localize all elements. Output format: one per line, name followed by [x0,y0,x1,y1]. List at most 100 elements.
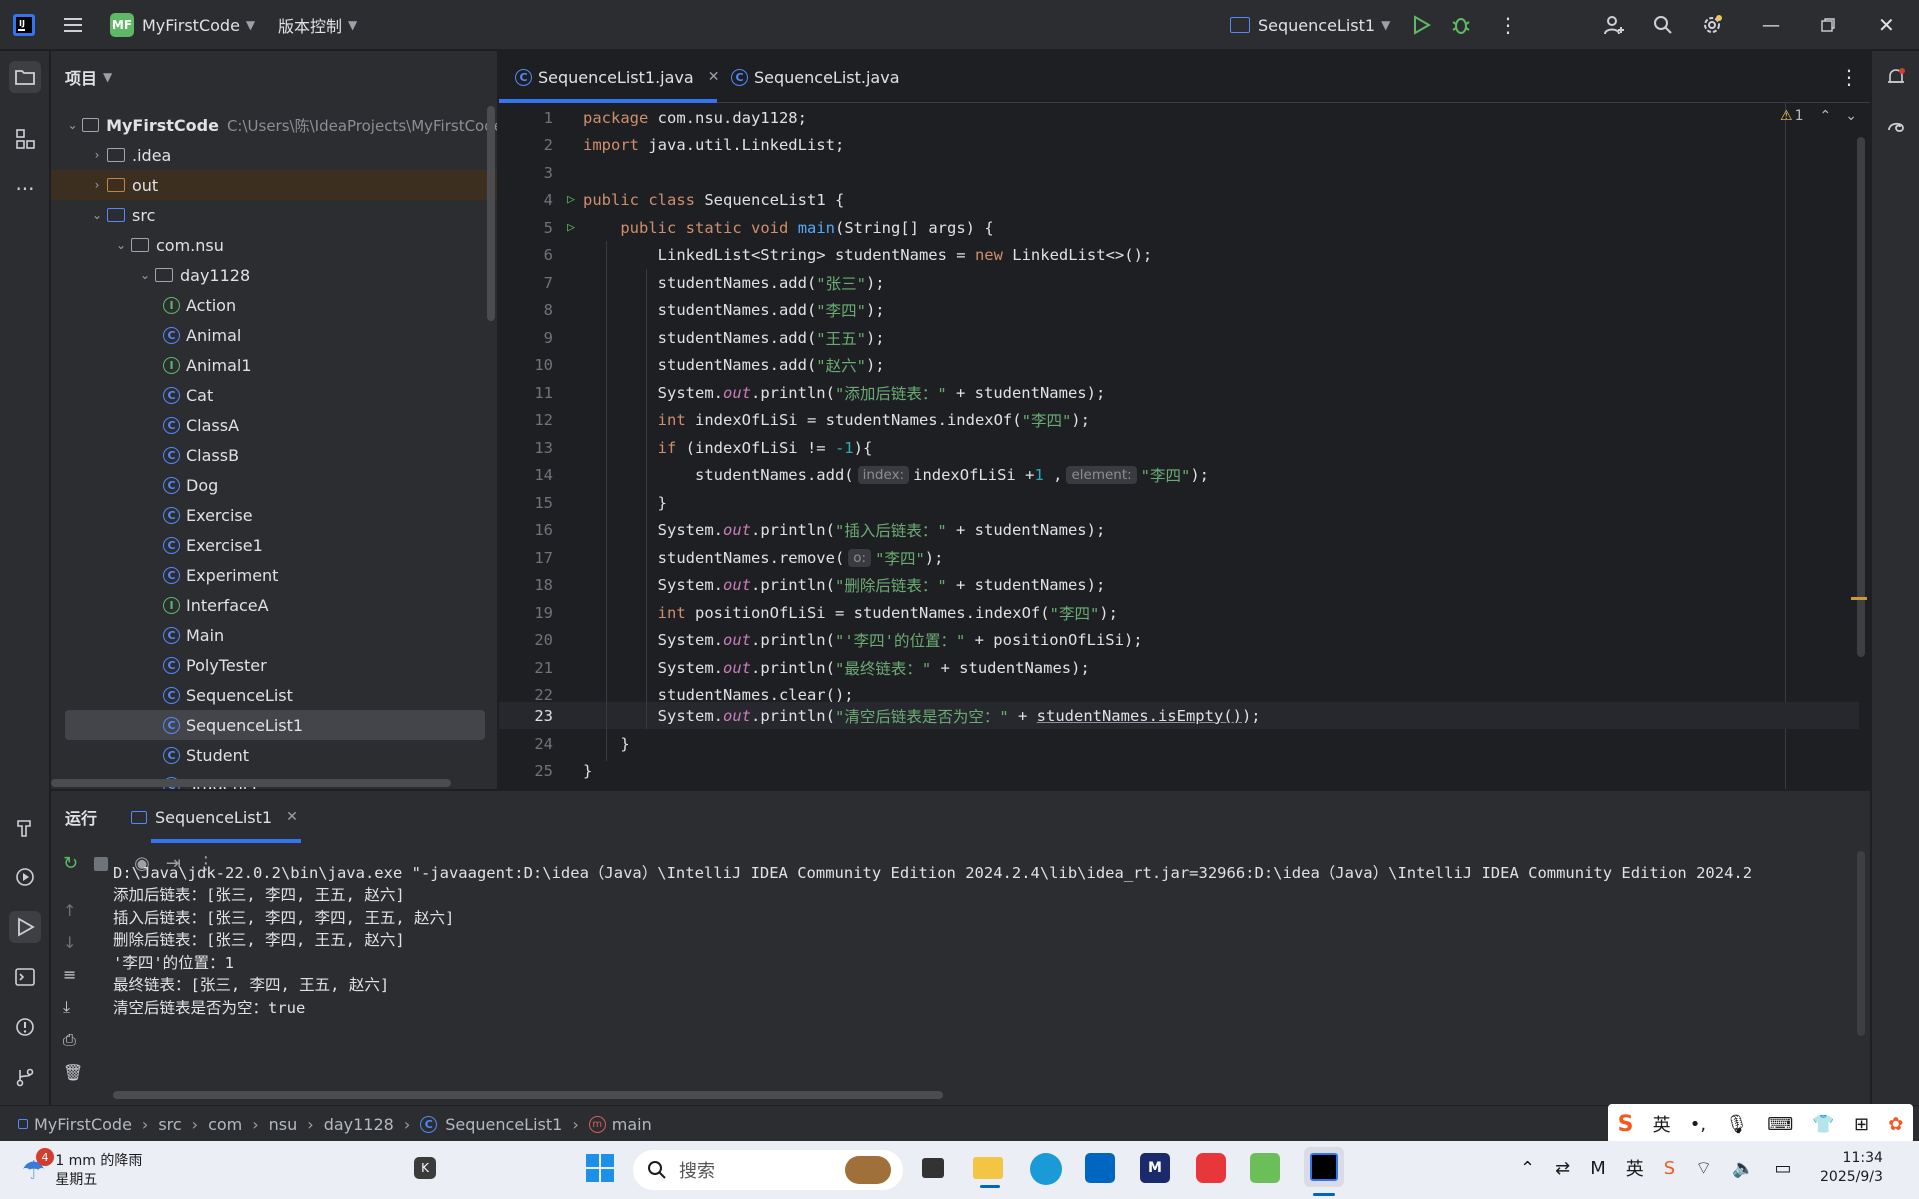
problems-icon[interactable] [9,1011,41,1043]
windows-start-icon[interactable] [585,1153,615,1187]
run-tool-icon[interactable] [9,911,41,943]
more-tools-icon[interactable]: ··· [9,173,41,205]
console-scrollbar[interactable] [1857,851,1865,1036]
tree-node-class[interactable]: C Main [51,620,471,650]
project-switcher[interactable]: MF MyFirstCode ▼ [110,0,255,50]
breadcrumb-item[interactable]: MyFirstCode [34,1115,132,1134]
run-gutter-icon[interactable]: ▷ [559,220,583,235]
services-icon[interactable] [9,861,41,893]
tree-node-class[interactable]: C Exercise1 [51,530,471,560]
weather-widget[interactable]: ☂ 4 1 mm 的降雨 星期五 [22,1148,322,1193]
task-view-icon[interactable] [918,1153,948,1183]
git-branch-icon[interactable] [9,1061,41,1093]
run-config-selector[interactable]: SequenceList1 ▼ [1230,0,1390,50]
project-folder-icon[interactable] [9,61,41,93]
run-tab[interactable]: SequenceList1 ✕ [131,791,298,843]
ai-assistant-icon[interactable] [1880,111,1912,143]
tree-node-class[interactable]: C Student [51,740,471,770]
minimize-button[interactable]: — [1762,0,1780,50]
intellij-taskbar-icon[interactable] [1304,1147,1344,1187]
tree-root[interactable]: ⌄ MyFirstCode C:\Users\陈\IdeaProjects\My… [63,110,497,140]
code-view[interactable]: 1 package com.nsu.day1128; 2 import java.u… [499,104,1859,789]
tree-node-class[interactable]: C Exercise [51,500,471,530]
tree-node-class[interactable]: I Action [51,290,471,320]
huawei-app-icon[interactable] [1196,1153,1226,1183]
app-m-icon[interactable]: M [1140,1153,1170,1183]
project-panel-header[interactable]: 项目 ▼ [65,65,112,89]
tray-language-icon[interactable]: 英 [1626,1155,1644,1181]
sogou-logo-icon[interactable]: S [1618,1112,1634,1137]
breadcrumb-item[interactable]: nsu [269,1115,298,1134]
battery-icon[interactable]: ▭ [1775,1158,1792,1179]
arrow-down-icon[interactable]: ↓ [63,933,83,952]
tree-node-src[interactable]: ⌄ src [87,200,497,230]
tree-node-class[interactable]: C PolyTester [51,650,471,680]
breadcrumb-item[interactable]: src [158,1115,181,1134]
terminal-icon[interactable] [9,961,41,993]
tree-node-class[interactable]: C ClassA [51,410,471,440]
tree-node-class[interactable]: I InterfaceA [51,590,471,620]
tree-node-idea[interactable]: › .idea [87,140,497,170]
breadcrumb-item[interactable]: SequenceList1 [445,1115,562,1134]
tab-sequencelist1[interactable]: C SequenceList1.java ✕ [515,51,719,103]
tray-m-icon[interactable]: M [1590,1158,1606,1179]
structure-icon[interactable] [9,123,41,155]
tree-node-day1128[interactable]: ⌄ day1128 [135,260,497,290]
scroll-to-end-icon[interactable]: ⤓ [63,997,83,1017]
tool-app-icon[interactable] [1250,1153,1280,1183]
tree-node-com-nsu[interactable]: ⌄ com.nsu [111,230,497,260]
close-window-button[interactable]: ✕ [1878,0,1895,50]
clock[interactable]: 11:34 2025/9/3 [1820,1149,1883,1187]
tray-settings-icon[interactable]: ⇄ [1555,1158,1570,1179]
keyboard-icon[interactable]: ⌨ [1767,1114,1793,1135]
close-tab-icon[interactable]: ✕ [708,69,720,85]
horizontal-scrollbar[interactable] [51,779,451,787]
taskbar-search-box[interactable]: 搜索 [633,1150,903,1190]
tree-node-class[interactable]: C SequenceList1 [65,710,485,740]
file-explorer-icon[interactable] [973,1153,1007,1188]
restore-button[interactable] [1820,0,1836,50]
notifications-bell-icon[interactable] [1880,61,1912,93]
wifi-icon[interactable]: ⌔ [1695,1157,1712,1180]
tree-node-class[interactable]: C ClassB [51,440,471,470]
tray-app-icon[interactable]: K [414,1157,436,1179]
tree-node-out[interactable]: › out [51,170,497,200]
tree-node-class[interactable]: C SequenceList [51,680,471,710]
build-hammer-icon[interactable] [9,811,41,843]
ime-lang-toggle[interactable]: 英 [1653,1111,1671,1137]
more-actions-icon[interactable]: ⋮ [1498,0,1518,50]
microphone-icon[interactable]: 🎙 [1725,1114,1748,1135]
trash-icon[interactable]: 🗑 [63,1063,83,1082]
search-icon[interactable] [1652,0,1674,50]
chevron-up-icon[interactable]: ⌃ [1520,1158,1535,1179]
toolbox-grid-icon[interactable]: ⊞ [1854,1114,1869,1135]
vertical-scrollbar[interactable] [487,106,495,321]
punctuation-icon[interactable]: •, [1690,1114,1706,1135]
arrow-up-icon[interactable]: ↑ [63,901,83,920]
print-icon[interactable]: ⎙ [63,1030,83,1050]
breadcrumb-item[interactable]: day1128 [324,1115,394,1134]
edge-browser-icon[interactable] [1030,1153,1062,1185]
tree-node-class[interactable]: C Animal [51,320,471,350]
run-button[interactable] [1410,0,1432,50]
run-gutter-icon[interactable]: ▷ [559,192,583,207]
vcs-menu[interactable]: 版本控制 ▼ [278,0,357,50]
soft-wrap-icon[interactable]: ≡ [63,965,83,984]
close-tab-icon[interactable]: ✕ [286,809,298,825]
intellij-logo-icon[interactable]: IJ [12,0,36,50]
add-user-icon[interactable] [1602,0,1626,50]
tree-node-class[interactable]: C Cat [51,380,471,410]
skin-icon[interactable]: 👕 [1812,1114,1834,1135]
stop-icon[interactable] [94,856,109,871]
console-horizontal-scrollbar[interactable] [113,1091,943,1099]
volume-icon[interactable]: 🔈 [1732,1158,1754,1179]
tab-sequencelist[interactable]: C SequenceList.java [731,51,900,103]
tab-options-icon[interactable]: ⋮ [1839,51,1859,103]
rerun-icon[interactable]: ↻ [63,853,78,874]
mascot-icon[interactable]: ✿ [1888,1114,1903,1135]
settings-gear-icon[interactable] [1700,0,1724,50]
breadcrumb-item[interactable]: main [612,1115,652,1134]
tree-node-class[interactable]: I Animal1 [51,350,471,380]
tray-sogou-icon[interactable]: S [1664,1158,1675,1179]
tree-node-class[interactable]: C Experiment [51,560,471,590]
